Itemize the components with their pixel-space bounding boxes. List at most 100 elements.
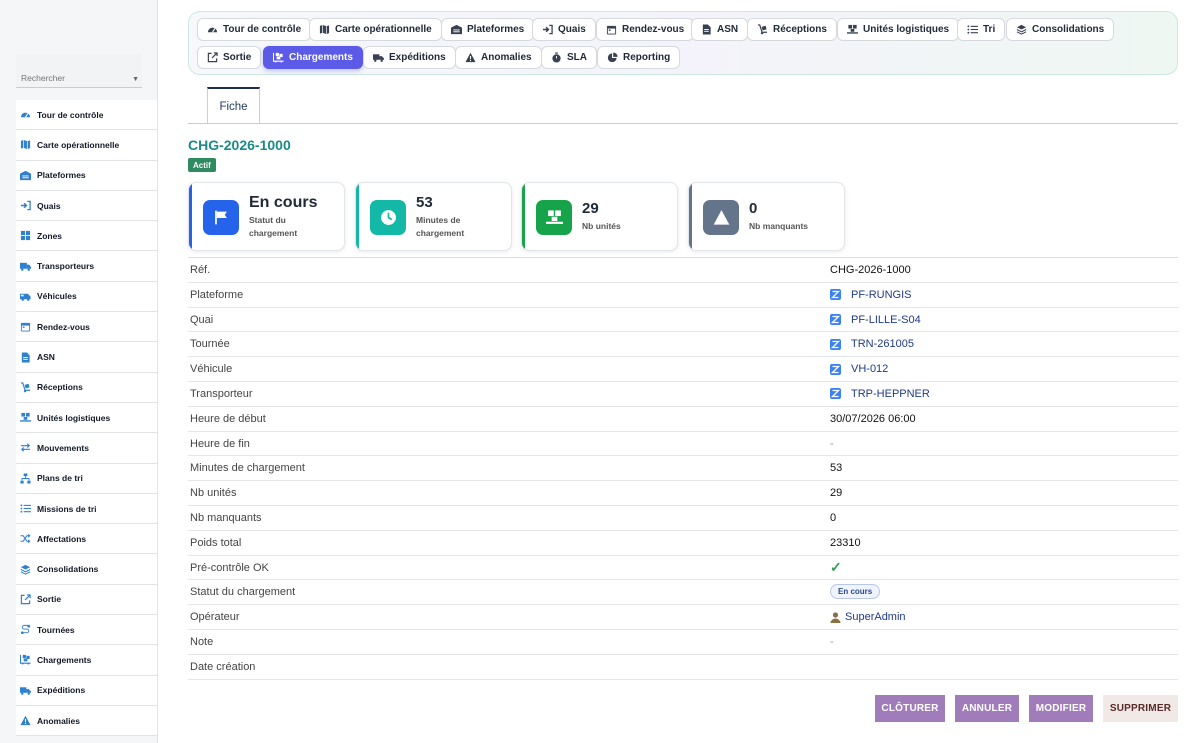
field-value[interactable]: SuperAdmin <box>845 611 906 623</box>
sidebar-item-carte-operationnelle[interactable]: Carte opérationnelle <box>16 130 157 161</box>
record-link[interactable]: PF-LILLE-S04 <box>830 314 921 326</box>
sidebar-item-label: Quais <box>37 200 61 211</box>
tab-label: Plateformes <box>467 24 525 35</box>
tab-sortie[interactable]: Sortie <box>197 46 262 69</box>
chevron-down-icon[interactable]: ▼ <box>132 76 139 83</box>
sidebar-item-label: Missions de tri <box>37 503 97 514</box>
tab-label: Carte opérationnelle <box>335 24 432 35</box>
field-label: Heure de début <box>190 412 266 425</box>
exit-icon <box>20 594 31 605</box>
sidebar-item-asn[interactable]: ASN <box>16 342 157 373</box>
user-link[interactable]: SuperAdmin <box>830 611 906 623</box>
exit-icon <box>207 52 218 63</box>
field-value[interactable]: TRP-HEPPNER <box>851 388 930 400</box>
pallet-icon <box>20 412 31 423</box>
sidebar-item-transporteurs[interactable]: Transporteurs <box>16 251 157 282</box>
clock-icon <box>370 200 406 235</box>
kpi-label: Nb manquants <box>749 221 809 231</box>
sidebar-item-affectations[interactable]: Affectations <box>16 524 157 555</box>
tab-unites-logistiques[interactable]: Unités logistiques <box>837 18 960 41</box>
sidebar-item-label: Carte opérationnelle <box>37 139 120 150</box>
kpi-value: En cours <box>249 194 318 211</box>
field-value[interactable]: PF-LILLE-S04 <box>851 314 921 326</box>
sidebar-item-label: Transporteurs <box>37 261 95 272</box>
tab-plateformes[interactable]: Plateformes <box>441 18 535 41</box>
close-button[interactable]: CLÔTURER <box>875 695 945 722</box>
kpi-card: 53 Minutes de chargement <box>355 182 512 251</box>
sidebar-item-receptions[interactable]: Réceptions <box>16 372 157 403</box>
field-value[interactable]: VH-012 <box>851 363 888 375</box>
sidebar-item-rendez-vous[interactable]: Rendez-vous <box>16 312 157 343</box>
field-label: Opérateur <box>190 611 240 624</box>
sidebar-item-tournees[interactable]: Tournées <box>16 615 157 646</box>
tab-receptions[interactable]: Réceptions <box>747 18 837 41</box>
field-label: Heure de fin <box>190 437 250 450</box>
kpi-label: Nb unités <box>582 221 621 231</box>
delete-button[interactable]: SUPPRIMER <box>1103 695 1178 722</box>
search-box[interactable]: ▼ <box>16 54 142 88</box>
detail-row: Pré-contrôle OK ✓ <box>188 556 1178 581</box>
field-value: - <box>830 437 834 450</box>
tab-reporting[interactable]: Reporting <box>597 46 681 69</box>
record-link[interactable]: TRP-HEPPNER <box>830 388 930 400</box>
document-icon <box>701 24 712 35</box>
field-value: - <box>830 635 834 648</box>
edit-button[interactable]: MODIFIER <box>1029 695 1093 722</box>
shipping-icon <box>20 685 31 696</box>
sidebar-item-label: Rendez-vous <box>37 321 90 332</box>
sidebar-item-label: Véhicules <box>37 291 77 302</box>
tab-quais[interactable]: Quais <box>532 18 596 41</box>
field-value: 30/07/2026 06:00 <box>830 412 916 425</box>
tab-carte-operationnelle[interactable]: Carte opérationnelle <box>309 18 442 41</box>
tab-asn[interactable]: ASN <box>691 18 749 41</box>
tab-sla[interactable]: SLA <box>541 46 597 69</box>
tab-fiche[interactable]: Fiche <box>207 87 260 124</box>
sidebar-item-mouvements[interactable]: Mouvements <box>16 433 157 464</box>
field-value[interactable]: TRN-261005 <box>851 338 914 350</box>
sidebar-item-anomalies[interactable]: Anomalies <box>16 705 157 737</box>
tab-expeditions[interactable]: Expéditions <box>363 46 456 69</box>
loading-icon <box>273 52 284 63</box>
tab-label: Unités logistiques <box>863 24 950 35</box>
loading-icon <box>20 654 31 666</box>
cancel-button[interactable]: ANNULER <box>955 695 1019 722</box>
record-link[interactable]: PF-RUNGIS <box>830 289 912 301</box>
tab-label: Sortie <box>223 52 252 63</box>
sidebar-item-unites-logistiques[interactable]: Unités logistiques <box>16 402 157 434</box>
tab-tour-de-controle[interactable]: Tour de contrôle <box>197 18 312 41</box>
stopwatch-icon <box>551 52 562 63</box>
tab-label: Rendez-vous <box>622 24 685 35</box>
field-value[interactable]: PF-RUNGIS <box>851 289 912 301</box>
tab-chargements[interactable]: Chargements <box>263 46 363 69</box>
sidebar-item-plateformes[interactable]: Plateformes <box>16 160 157 191</box>
sidebar-item-chargements[interactable]: Chargements <box>16 645 157 676</box>
shuffle-icon <box>20 533 31 544</box>
card-accent-bar <box>356 183 359 250</box>
shipping-icon <box>373 52 384 63</box>
sidebar-item-plans-de-tri[interactable]: Plans de tri <box>16 463 157 494</box>
flag-icon <box>203 200 239 235</box>
detail-row: Heure de début 30/07/2026 06:00 <box>188 407 1178 432</box>
dock-in-icon <box>542 24 553 35</box>
record-link[interactable]: TRN-261005 <box>830 338 914 350</box>
map-icon <box>319 24 330 35</box>
arrows-icon <box>20 442 31 453</box>
search-input[interactable] <box>16 70 142 88</box>
tab-tri[interactable]: Tri <box>957 18 1006 41</box>
sidebar-item-tour-de-controle[interactable]: Tour de contrôle <box>16 100 157 131</box>
sidebar-item-quais[interactable]: Quais <box>16 190 157 222</box>
sidebar-item-missions-de-tri[interactable]: Missions de tri <box>16 493 157 525</box>
tab-label: Consolidations <box>1032 24 1105 35</box>
page-title: CHG-2026-1000 <box>188 137 291 153</box>
record-link[interactable]: VH-012 <box>830 363 888 375</box>
sidebar-item-label: Zones <box>37 230 63 241</box>
sidebar-item-consolidations[interactable]: Consolidations <box>16 554 157 585</box>
sidebar-item-zones[interactable]: Zones <box>16 221 157 252</box>
tab-rendez-vous[interactable]: Rendez-vous <box>596 18 695 41</box>
sidebar-item-vehicules[interactable]: Véhicules <box>16 281 157 313</box>
sidebar-item-expeditions[interactable]: Expéditions <box>16 675 157 706</box>
sidebar-item-sortie[interactable]: Sortie <box>16 584 157 616</box>
tab-anomalies[interactable]: Anomalies <box>455 46 542 69</box>
record-icon <box>830 363 841 375</box>
tab-consolidations[interactable]: Consolidations <box>1006 18 1115 41</box>
